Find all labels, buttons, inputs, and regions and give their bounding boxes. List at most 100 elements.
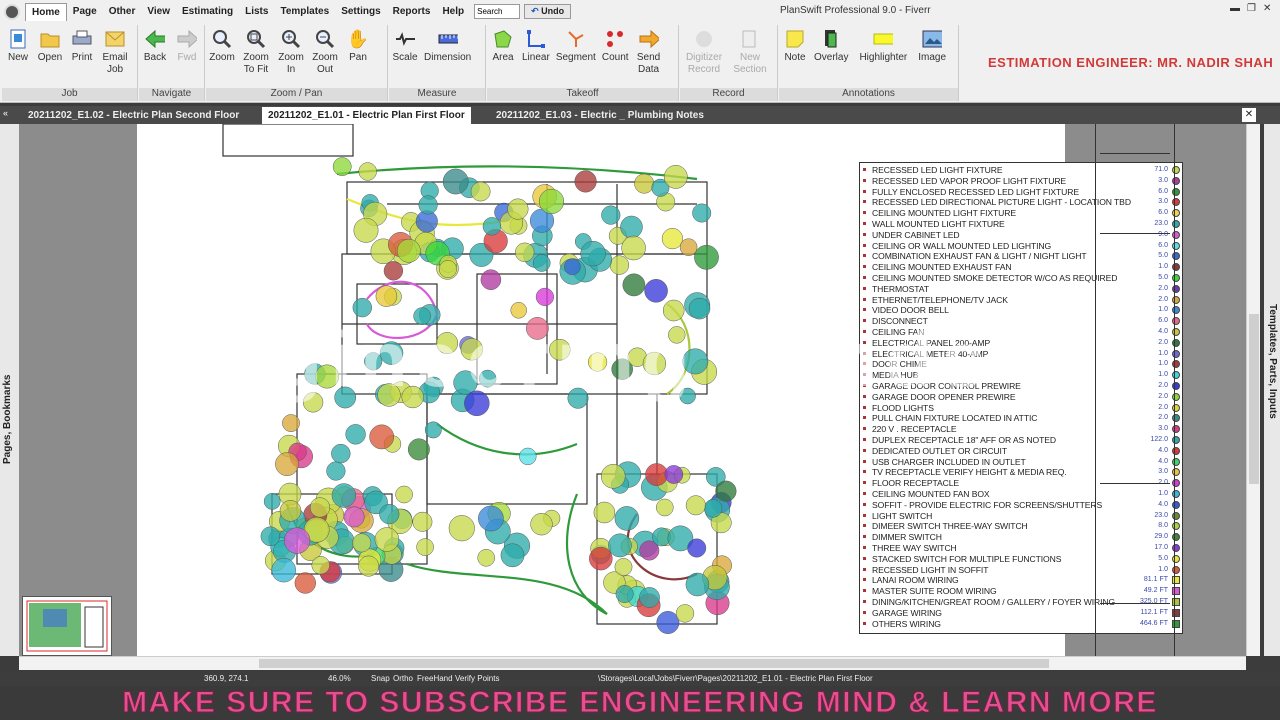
menu-help[interactable]: Help xyxy=(436,3,470,21)
fixture-marker xyxy=(645,463,668,486)
highlighter-button[interactable]: Highlighter xyxy=(851,25,915,87)
freehand-toggle[interactable]: FreeHand xyxy=(417,674,453,683)
area-button[interactable]: Area xyxy=(487,25,519,87)
menu-page[interactable]: Page xyxy=(67,3,103,21)
scale-button[interactable]: Scale xyxy=(389,25,421,87)
ribbon-group-measure: Scale Dimension Measure xyxy=(389,25,486,101)
digitizer-record-button[interactable]: Digitizer Record xyxy=(680,25,728,87)
menu-reports[interactable]: Reports xyxy=(387,3,437,21)
zoom-out-label: Zoom Out xyxy=(312,52,338,75)
forward-button[interactable]: Fwd xyxy=(171,25,203,87)
fixture-marker xyxy=(353,217,379,243)
zoom-out-button[interactable]: Zoom Out xyxy=(308,25,342,87)
undo-button[interactable]: ↶ Undo xyxy=(524,4,572,19)
note-button[interactable]: Note xyxy=(779,25,811,87)
legend-item-label: RECESSED LED DIRECTIONAL PICTURE LIGHT -… xyxy=(872,197,1131,208)
close-window-icon[interactable]: ✕ xyxy=(1263,3,1271,14)
fixture-marker xyxy=(615,585,634,603)
open-button[interactable]: Open xyxy=(34,25,66,87)
horizontal-scrollbar[interactable] xyxy=(19,656,1246,670)
image-button[interactable]: Image xyxy=(915,25,949,87)
segment-button[interactable]: Segment xyxy=(553,25,599,87)
fixture-marker xyxy=(600,464,626,489)
maximize-icon[interactable]: ❐ xyxy=(1247,3,1256,14)
minimize-icon[interactable]: ▬ xyxy=(1230,3,1240,14)
search-input[interactable] xyxy=(474,4,521,19)
fixture-marker xyxy=(634,173,655,194)
email-job-button[interactable]: Email Job xyxy=(98,25,132,87)
fixture-marker xyxy=(448,515,475,542)
tab-electric-plan-second-floor[interactable]: 20211202_E1.02 - Electric Plan Second Fl… xyxy=(22,107,245,124)
templates-parts-inputs-panel[interactable]: Templates, Parts, Inputs xyxy=(1264,124,1280,656)
horizontal-scroll-thumb[interactable] xyxy=(259,659,1049,668)
drawing-canvas[interactable]: RECESSED LED LIGHT FIXTURE 71.0 RECESSED L… xyxy=(19,124,1246,656)
legend-bullet-icon xyxy=(863,427,866,431)
menu-home[interactable]: Home xyxy=(25,2,67,21)
segment-icon xyxy=(566,29,586,49)
vertical-scrollbar[interactable] xyxy=(1246,124,1260,656)
pan-button[interactable]: ✋ Pan xyxy=(342,25,374,87)
dimension-button[interactable]: Dimension xyxy=(421,25,474,87)
fixture-marker xyxy=(621,235,646,261)
vertical-scroll-thumb[interactable] xyxy=(1249,314,1259,484)
menu-templates[interactable]: Templates xyxy=(274,3,335,21)
app-logo-icon[interactable] xyxy=(4,3,20,20)
fixture-marker xyxy=(564,258,581,276)
count-button[interactable]: Count xyxy=(599,25,632,87)
menu-lists[interactable]: Lists xyxy=(239,3,274,21)
count-label: Count xyxy=(601,52,629,63)
legend-item-label: WALL MOUNTED LIGHT FIXTURE xyxy=(872,219,1005,229)
fixture-marker xyxy=(538,188,565,214)
ortho-toggle[interactable]: Ortho xyxy=(393,674,413,683)
new-section-button[interactable]: New Section xyxy=(728,25,772,87)
fixture-marker xyxy=(685,495,706,516)
verify-points-toggle[interactable]: Verify Points xyxy=(455,674,499,683)
menu-view[interactable]: View xyxy=(141,3,176,21)
tabs-scroll-left-icon[interactable]: « xyxy=(3,108,8,118)
zoom-pan-group-label: Zoom / Pan xyxy=(206,88,387,101)
linear-button[interactable]: Linear xyxy=(519,25,553,87)
fixture-marker xyxy=(352,533,372,553)
overlay-button[interactable]: Overlay xyxy=(811,25,851,87)
back-button[interactable]: Back xyxy=(139,25,171,87)
hand-icon: ✋ xyxy=(346,29,370,49)
tab-electric-plumbing-notes[interactable]: 20211202_E1.03 - Electric _ Plumbing Not… xyxy=(490,107,710,124)
snap-toggle[interactable]: Snap xyxy=(371,674,390,683)
fixture-marker xyxy=(395,485,413,504)
print-button[interactable]: Print xyxy=(66,25,98,87)
pages-bookmarks-panel[interactable]: Pages, Bookmarks xyxy=(0,124,19,656)
legend-bullet-icon xyxy=(863,578,866,582)
page-thumbnail-navigator[interactable] xyxy=(22,596,112,656)
fixture-marker xyxy=(663,165,688,189)
fixture-marker xyxy=(685,572,710,597)
menu-estimating[interactable]: Estimating xyxy=(176,3,239,21)
zoom-in-icon xyxy=(281,29,301,49)
scale-label: Scale xyxy=(392,52,418,63)
legend-bullet-icon xyxy=(863,492,866,495)
legend-item-label: DIMEER SWITCH THREE-WAY SWITCH xyxy=(872,521,1028,532)
menu-settings[interactable]: Settings xyxy=(335,3,386,21)
ribbon-group-annotations: Note Overlay Highlighter Image Annotatio… xyxy=(779,25,959,101)
fixture-marker xyxy=(343,506,365,528)
zoom-button[interactable]: Zoom xyxy=(206,25,238,87)
tab-electric-plan-first-floor[interactable]: 20211202_E1.01 - Electric Plan First Flo… xyxy=(262,107,471,124)
legend-bullet-icon xyxy=(863,600,866,603)
image-icon xyxy=(922,29,943,49)
arrow-left-icon xyxy=(145,29,165,49)
templates-parts-inputs-label: Templates, Parts, Inputs xyxy=(1267,304,1278,419)
close-tab-icon[interactable]: ✕ xyxy=(1242,108,1256,122)
fixture-marker xyxy=(279,500,302,522)
zoom-in-button[interactable]: Zoom In xyxy=(274,25,308,87)
legend-bullet-icon xyxy=(863,168,866,171)
zoom-to-fit-button[interactable]: Zoom To Fit xyxy=(238,25,274,87)
new-label: New xyxy=(7,52,28,63)
new-button[interactable]: New xyxy=(2,25,34,87)
legend-item-label: LIGHT SWITCH xyxy=(872,510,933,521)
send-data-button[interactable]: Send Data xyxy=(632,25,666,87)
overlay-icon xyxy=(821,29,841,49)
menu-other[interactable]: Other xyxy=(103,3,142,21)
fixture-marker xyxy=(694,244,719,270)
window-title: PlanSwift Professional 9.0 - Fiverr xyxy=(780,5,931,16)
digitizer-icon xyxy=(694,29,714,49)
fixture-marker xyxy=(379,504,400,525)
